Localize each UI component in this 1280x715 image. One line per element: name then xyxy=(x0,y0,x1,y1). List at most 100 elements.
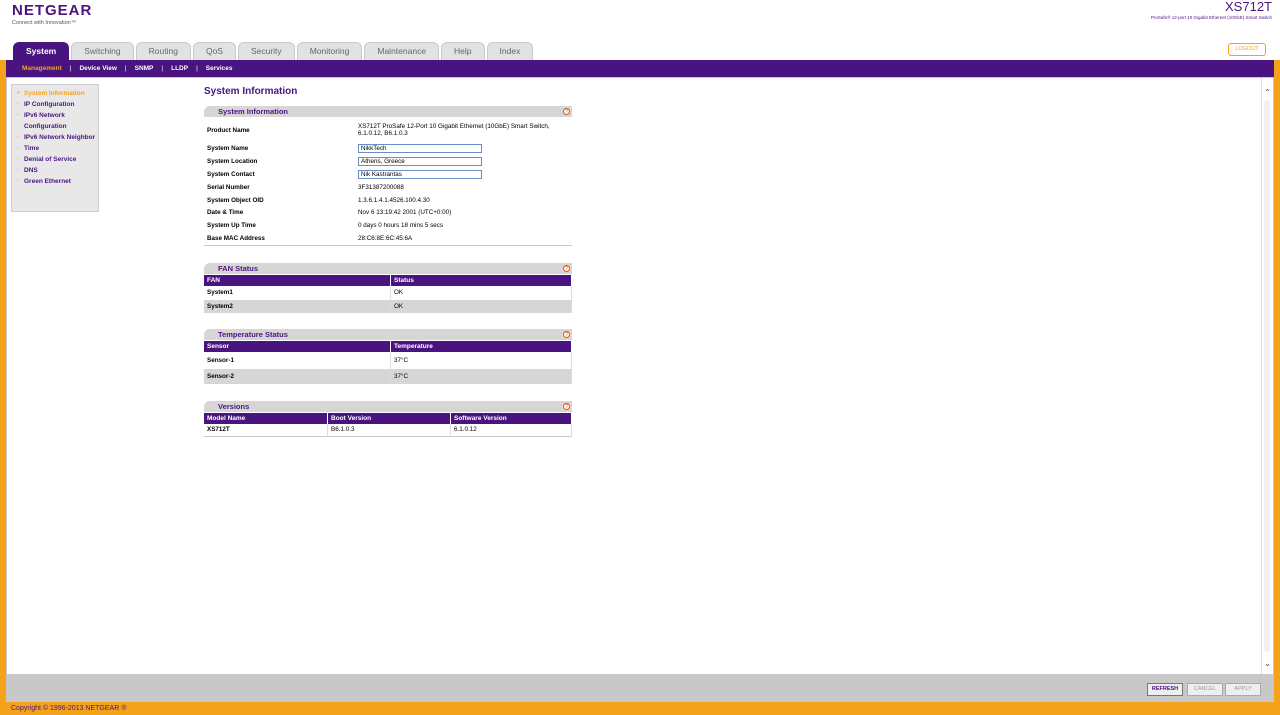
table-row: System2 OK xyxy=(204,299,572,313)
apply-button[interactable]: APPLY xyxy=(1225,683,1261,696)
menu-bullet-icon: › xyxy=(17,101,19,107)
fan-name-cell: System1 xyxy=(204,285,391,300)
tab-monitoring[interactable]: Monitoring xyxy=(296,42,363,60)
subnav-snmp[interactable]: SNMP xyxy=(127,65,162,72)
table-row: System Contact Nik Kastrantas xyxy=(204,168,572,181)
copyright-text: Copyright © 1996-2013 NETGEAR ® xyxy=(11,705,127,712)
header: NETGEAR Connect with Innovation™ XS712T … xyxy=(0,0,1280,60)
refresh-button[interactable]: REFRESH xyxy=(1147,683,1183,696)
table-header-row: Model Name Boot Version Software Version xyxy=(204,412,572,424)
help-icon[interactable]: ? xyxy=(563,108,570,115)
fan-name-cell: System2 xyxy=(204,299,391,313)
system-name-label: System Name xyxy=(207,145,249,152)
help-icon[interactable]: ? xyxy=(563,330,570,338)
tab-index[interactable]: Index xyxy=(486,42,534,60)
menu-item-label: IPv6 Network Configuration xyxy=(24,112,67,130)
logout-button[interactable]: LOGOUT xyxy=(1228,43,1266,56)
scroll-down-icon[interactable]: ⌄ xyxy=(1264,659,1271,668)
subnav-device-view[interactable]: Device View xyxy=(71,65,124,72)
vertical-scrollbar[interactable]: ⌃ ⌄ xyxy=(1261,78,1273,674)
menu-item-label: Green Ethernet xyxy=(24,178,71,185)
section-header-fan-status: FAN Status ? xyxy=(204,262,572,274)
temperature-status-table: Sensor Temperature Sensor-1 37°C Sensor-… xyxy=(204,340,572,384)
product-name-value: XS712T ProSafe 12-Port 10 Gigabit Ethern… xyxy=(358,123,550,137)
subnav-management[interactable]: Management xyxy=(6,65,70,72)
menu-item-label: Denial of Service xyxy=(24,156,77,163)
sub-navigation: Management | Device View | SNMP | LLDP |… xyxy=(6,60,1274,77)
tab-security[interactable]: Security xyxy=(237,42,295,60)
table-row: Serial Number 3F31387200088 xyxy=(204,181,572,194)
system-location-field[interactable]: Athens, Greece xyxy=(358,157,482,166)
system-up-time-label: System Up Time xyxy=(207,222,256,229)
tab-switching[interactable]: Switching xyxy=(71,42,134,60)
menu-item-ipv6-network-configuration[interactable]: › IPv6 Network Configuration xyxy=(16,110,98,132)
system-location-label: System Location xyxy=(207,158,258,165)
menu-item-ip-configuration[interactable]: › IP Configuration xyxy=(16,99,98,110)
cancel-button[interactable]: CANCEL xyxy=(1187,683,1223,696)
main-tabs: System Switching Routing QoS Security Mo… xyxy=(13,42,535,60)
table-row: Sensor-1 37°C xyxy=(204,351,572,369)
table-row: System Location Athens, Greece xyxy=(204,155,572,168)
column-header-boot-version: Boot Version xyxy=(327,412,451,424)
system-location-cell: Athens, Greece xyxy=(355,155,572,168)
table-row: Sensor-2 37°C xyxy=(204,368,572,384)
menu-bullet-icon: » xyxy=(17,90,20,96)
menu-bullet-icon: › xyxy=(17,134,19,140)
column-header-status: Status xyxy=(390,274,572,286)
sensor-temperature-cell: 37°C xyxy=(390,368,572,384)
tab-maintenance[interactable]: Maintenance xyxy=(364,42,440,60)
subnav-services[interactable]: Services xyxy=(198,65,241,72)
section-title: System Information xyxy=(218,107,289,116)
date-time-label: Date & Time xyxy=(207,209,244,216)
content-area: System Information System Information ? … xyxy=(204,86,572,437)
page-title: System Information xyxy=(204,86,298,97)
serial-number-label: Serial Number xyxy=(207,184,250,191)
column-header-sensor: Sensor xyxy=(204,340,391,352)
subnav-lldp[interactable]: LLDP xyxy=(163,65,196,72)
sensor-temperature-cell: 37°C xyxy=(390,351,572,369)
table-row: Base MAC Address 28:C6:8E:6C:45:6A xyxy=(204,232,572,245)
netgear-logo[interactable]: NETGEAR Connect with Innovation™ xyxy=(12,2,93,27)
system-up-time-value: 0 days 0 hours 18 mins 5 secs xyxy=(358,222,444,229)
system-object-oid-label: System Object OID xyxy=(207,196,264,204)
base-mac-address-value: 28:C6:8E:6C:45:6A xyxy=(358,234,413,242)
logo-text: NETGEAR xyxy=(12,2,93,19)
menu-item-ipv6-network-neighbor[interactable]: › IPv6 Network Neighbor xyxy=(16,132,98,143)
fan-status-table: FAN Status System1 OK System2 OK xyxy=(204,274,572,313)
tab-routing[interactable]: Routing xyxy=(135,42,191,60)
left-menu: » System Information › IP Configuration … xyxy=(11,84,99,212)
software-version-cell: 6.1.0.12 xyxy=(450,423,572,437)
menu-item-time[interactable]: › Time xyxy=(16,143,98,154)
column-header-fan: FAN xyxy=(204,274,391,286)
device-model-name: XS712T xyxy=(1225,0,1272,14)
menu-item-system-information[interactable]: » System Information xyxy=(16,88,98,99)
section-title: Temperature Status xyxy=(218,329,288,339)
scroll-thumb[interactable] xyxy=(1264,100,1270,652)
menu-item-denial-of-service[interactable]: › Denial of Service xyxy=(16,154,98,165)
table-row: XS712T B6.1.0.3 6.1.0.12 xyxy=(204,423,572,437)
tab-system[interactable]: System xyxy=(13,42,70,60)
system-contact-field[interactable]: Nik Kastrantas xyxy=(358,170,482,179)
action-bar: REFRESH CANCEL APPLY xyxy=(6,675,1274,702)
table-row: System Name NikkTech xyxy=(204,142,572,155)
scroll-up-icon[interactable]: ⌃ xyxy=(1264,88,1271,97)
menu-bullet-icon: › xyxy=(17,167,19,173)
table-row: System Object OID 1.3.6.1.4.1.4526.100.4… xyxy=(204,194,572,206)
tab-qos[interactable]: QoS xyxy=(192,42,236,60)
system-name-cell: NikkTech xyxy=(355,142,572,155)
column-header-software-version: Software Version xyxy=(450,412,572,424)
boot-version-cell: B6.1.0.3 xyxy=(327,423,451,437)
table-header-row: FAN Status xyxy=(204,274,572,286)
help-icon[interactable]: ? xyxy=(563,402,570,410)
system-name-field[interactable]: NikkTech xyxy=(358,144,482,153)
system-info-table: Product Name XS712T ProSafe 12-Port 10 G… xyxy=(204,118,572,246)
help-icon[interactable]: ? xyxy=(563,264,570,272)
tab-help[interactable]: Help xyxy=(441,42,485,60)
menu-item-green-ethernet[interactable]: › Green Ethernet xyxy=(16,176,98,187)
system-contact-label: System Contact xyxy=(207,171,255,178)
system-contact-cell: Nik Kastrantas xyxy=(355,168,572,181)
table-row: System1 OK xyxy=(204,285,572,300)
column-header-temperature: Temperature xyxy=(390,340,572,352)
menu-item-dns[interactable]: › DNS xyxy=(16,165,98,176)
table-row: Product Name XS712T ProSafe 12-Port 10 G… xyxy=(204,118,572,142)
